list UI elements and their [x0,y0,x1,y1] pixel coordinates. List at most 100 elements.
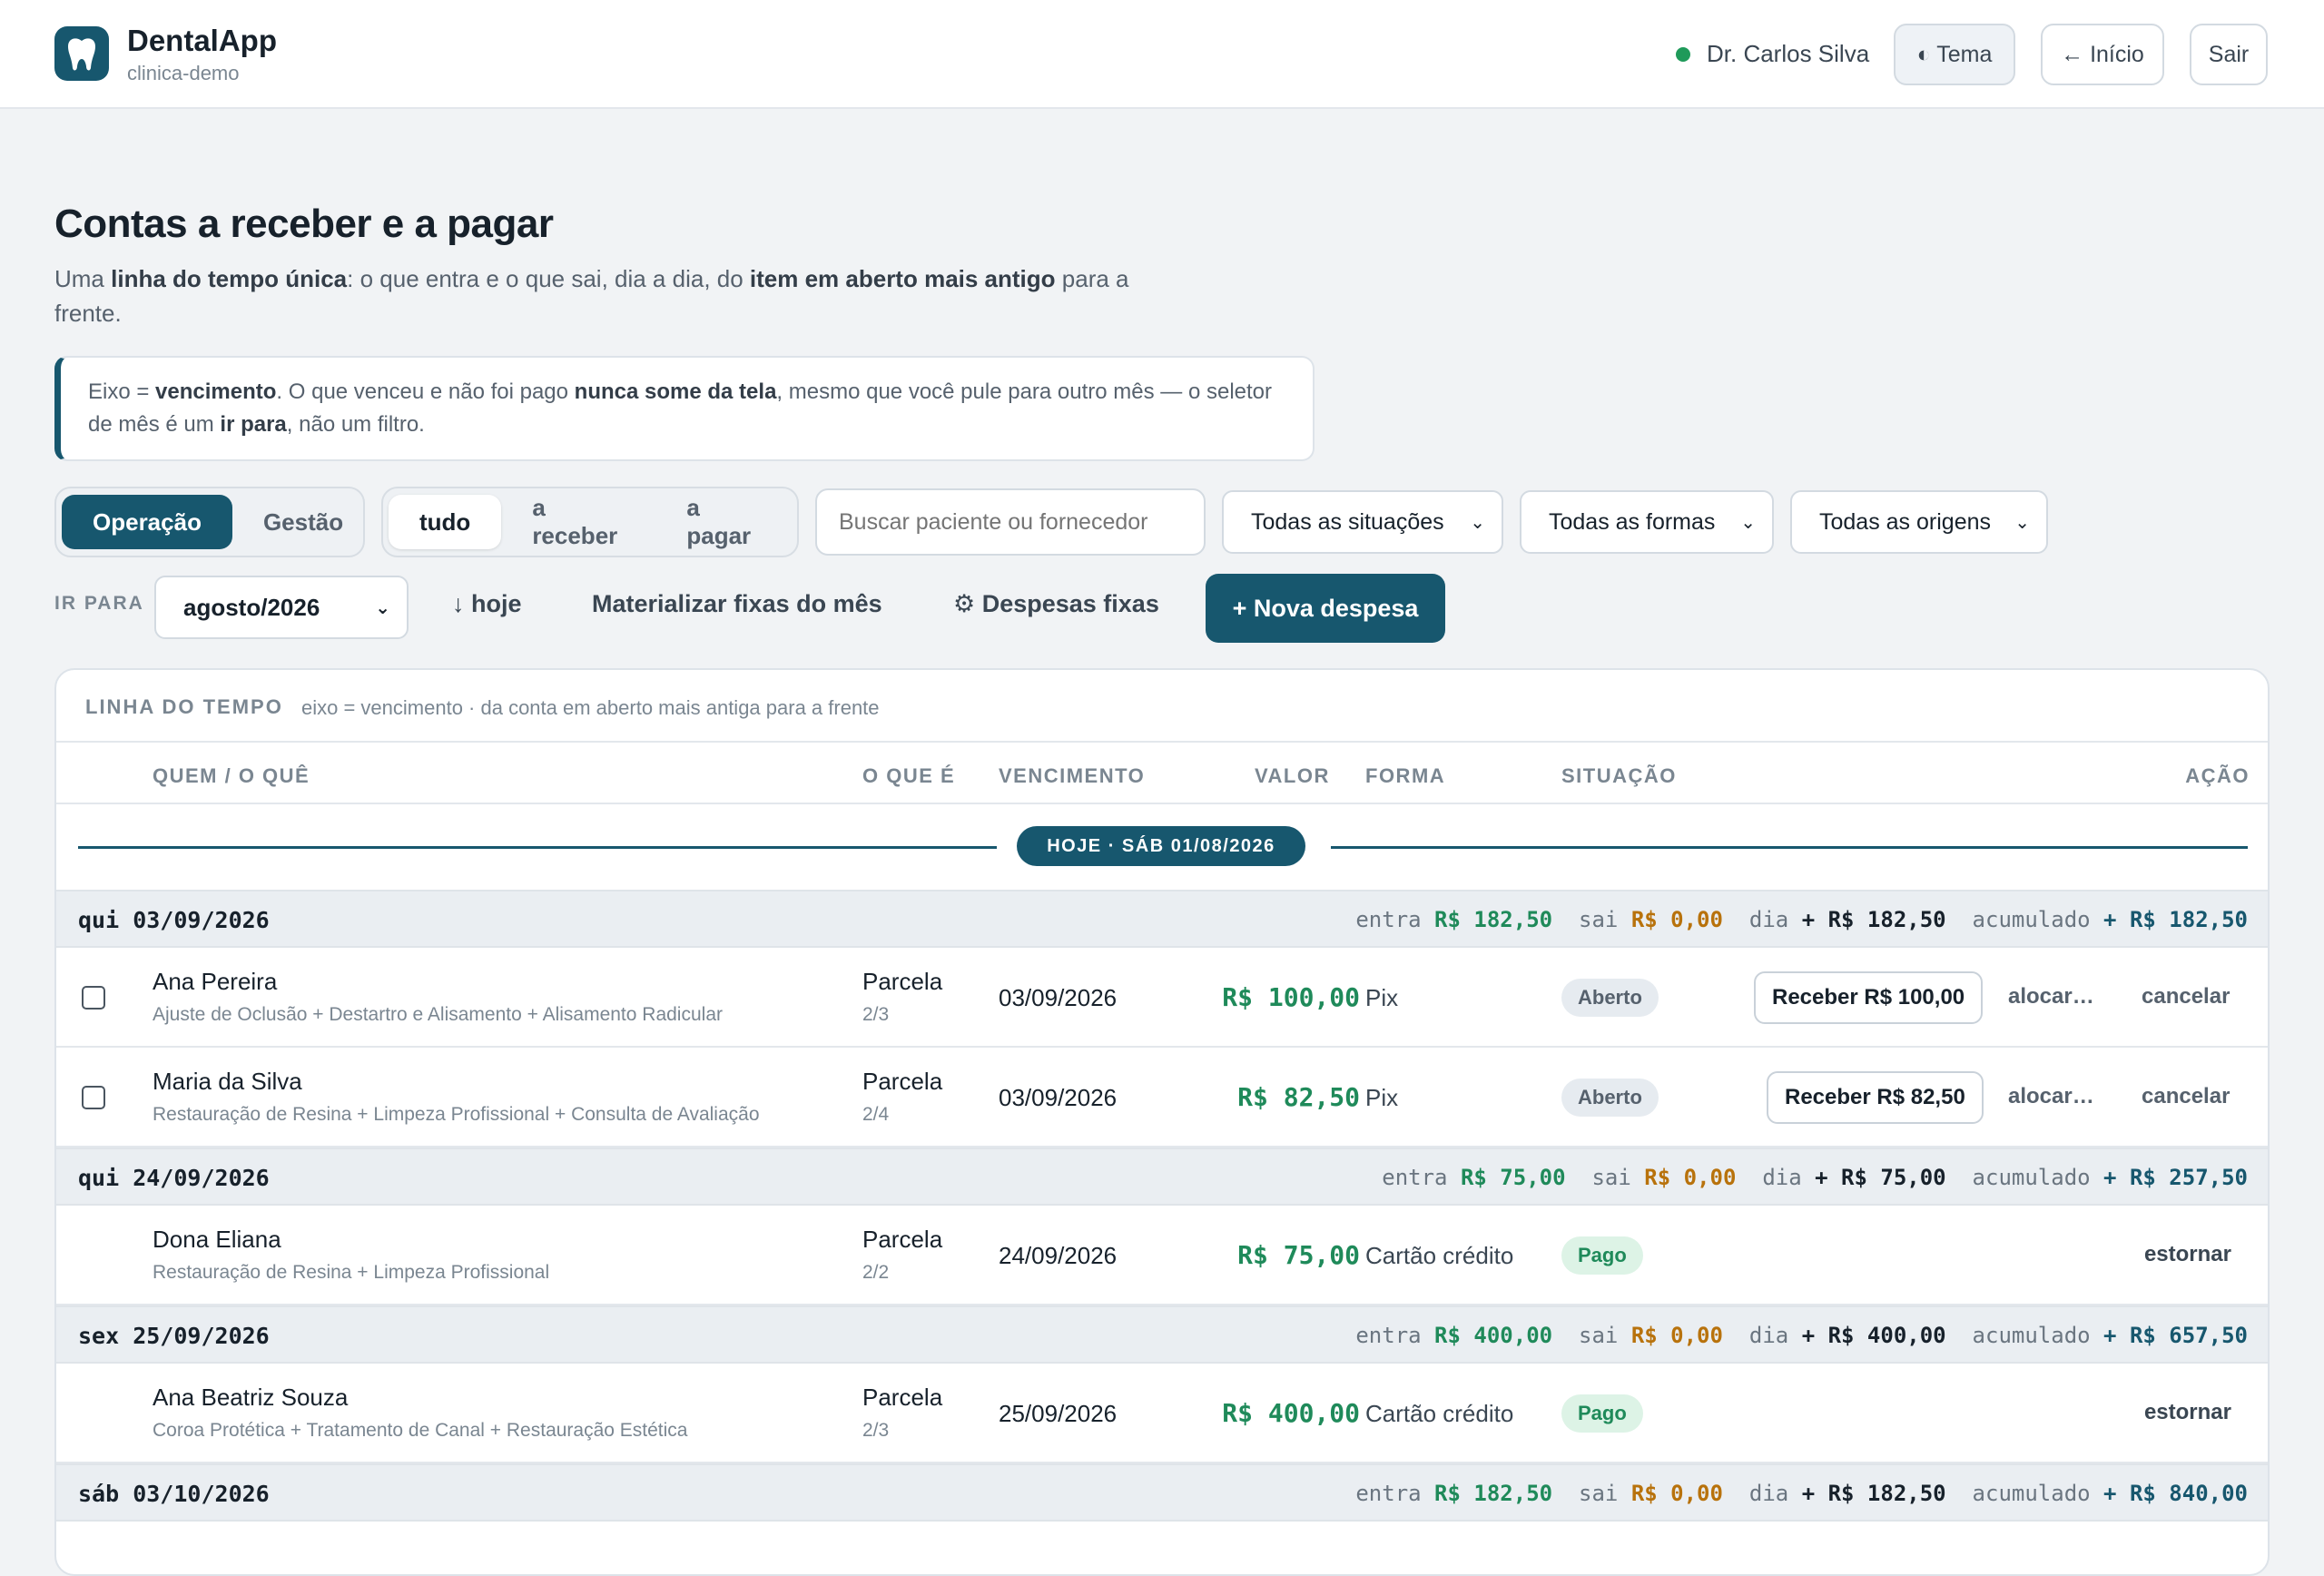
row-description: Coroa Protética + Tratamento de Canal + … [153,1420,688,1441]
timeline-card: LINHA DO TEMPO eixo = vencimento · da co… [54,668,2270,1576]
logout-button[interactable]: Sair [2190,24,2268,85]
flow-toggle: tudo a receber a pagar [381,487,799,557]
row-kind: Parcela [862,1068,943,1095]
app-name: DentalApp [127,24,277,57]
origens-select[interactable]: Todas as origens ⌄ [1790,490,2048,554]
info-note: Eixo = vencimento. O que venceu e não fo… [54,356,1315,461]
today-marker: HOJE · SÁB 01/08/2026 [1017,826,1305,866]
theme-button[interactable]: ◐ Tema [1894,24,2015,85]
row-due-date: 25/09/2026 [999,1400,1118,1427]
table-row: Dona Eliana Restauração de Resina + Limp… [56,1206,2268,1305]
day-summary: entra R$ 75,00 sai R$ 0,00 dia + R$ 75,0… [1382,1165,2248,1190]
timeline-header: LINHA DO TEMPO eixo = vencimento · da co… [56,670,2268,743]
formas-select-value: Todas as formas [1549,508,1716,535]
ir-para-label: IR PARA [54,593,144,614]
day-date: sáb 03/10/2026 [78,1481,270,1507]
row-description: Restauração de Resina + Limpeza Profissi… [153,1104,760,1125]
day-summary: entra R$ 182,50 sai R$ 0,00 dia + R$ 182… [1355,907,2248,932]
col-vencimento: VENCIMENTO [999,764,1146,787]
row-checkbox[interactable] [82,986,105,1010]
estornar-link[interactable]: estornar [2144,1400,2231,1425]
timeline-title: LINHA DO TEMPO [85,695,283,718]
page-title: Contas a receber e a pagar [54,202,554,246]
page-description: Uma linha do tempo única: o que entra e … [54,265,1129,327]
situacao-select[interactable]: Todas as situações ⌄ [1222,490,1503,554]
day-header: sáb 03/10/2026 entra R$ 182,50 sai R$ 0,… [56,1463,2268,1522]
col-quem: QUEM / O QUÊ [153,764,310,787]
cancelar-link[interactable]: cancelar [2142,1084,2230,1109]
col-valor: VALOR [1255,764,1330,787]
nova-despesa-button[interactable]: + Nova despesa [1206,574,1445,643]
row-payment-method: Cartão crédito [1365,1242,1514,1269]
day-summary: entra R$ 400,00 sai R$ 0,00 dia + R$ 400… [1355,1323,2248,1348]
day-header: qui 24/09/2026 entra R$ 75,00 sai R$ 0,0… [56,1148,2268,1206]
despesas-fixas-button[interactable]: ⚙ Despesas fixas [953,590,1159,618]
row-name: Dona Eliana [153,1226,281,1253]
day-date: qui 03/09/2026 [78,907,270,933]
col-acao: AÇÃO [2185,764,2250,787]
month-select[interactable]: agosto/2026 ⌄ [154,576,409,639]
col-forma: FORMA [1365,764,1446,787]
status-badge: Aberto [1561,979,1659,1017]
day-header: sex 25/09/2026 entra R$ 400,00 sai R$ 0,… [56,1305,2268,1364]
online-status-dot-icon [1676,46,1690,62]
row-parcel: 2/3 [862,1420,890,1441]
row-parcel: 2/3 [862,1004,890,1025]
mode-toggle: Operação Gestão [54,487,365,557]
row-name: Maria da Silva [153,1068,302,1095]
jump-today-button[interactable]: ↓ hoje [452,590,522,618]
receber-button[interactable]: Receber R$ 100,00 [1754,971,1984,1024]
table-row: Ana Pereira Ajuste de Oclusão + Destartr… [56,948,2268,1048]
user-name: Dr. Carlos Silva [1707,40,1870,67]
mode-operacao-button[interactable]: Operação [62,495,232,549]
row-value: R$ 82,50 [1237,1082,1360,1112]
today-line-left [78,846,997,849]
table-row: Maria da Silva Restauração de Resina + L… [56,1048,2268,1148]
estornar-link[interactable]: estornar [2144,1242,2231,1267]
row-kind: Parcela [862,1384,943,1411]
row-parcel: 2/4 [862,1104,890,1125]
row-name: Ana Pereira [153,968,278,995]
row-description: Restauração de Resina + Limpeza Profissi… [153,1262,550,1283]
table-header: QUEM / O QUÊ O QUE É VENCIMENTO VALOR FO… [56,743,2268,804]
cancelar-link[interactable]: cancelar [2142,984,2230,1010]
formas-select[interactable]: Todas as formas ⌄ [1520,490,1774,554]
alocar-link[interactable]: alocar… [2008,984,2094,1010]
flow-tudo-button[interactable]: tudo [389,495,502,549]
top-bar: DentalApp clinica-demo Dr. Carlos Silva … [0,0,2324,109]
col-o-que-e: O QUE É [862,764,956,787]
row-payment-method: Pix [1365,984,1399,1011]
chevron-down-icon: ⌄ [2014,512,2030,533]
home-button[interactable]: ← Início [2041,24,2164,85]
status-badge: Pago [1561,1236,1643,1275]
origens-select-value: Todas as origens [1819,508,1992,535]
month-select-value: agosto/2026 [183,593,320,621]
timeline-subtitle: eixo = vencimento · da conta em aberto m… [301,696,880,719]
row-value: R$ 100,00 [1222,982,1360,1012]
situacao-select-value: Todas as situações [1251,508,1444,535]
row-due-date: 03/09/2026 [999,1084,1118,1111]
day-date: qui 24/09/2026 [78,1165,270,1191]
row-due-date: 03/09/2026 [999,984,1118,1011]
tenant-name: clinica-demo [127,62,240,84]
materializar-fixas-button[interactable]: Materializar fixas do mês [592,590,882,618]
search-input[interactable] [815,488,1206,556]
chevron-down-icon: ⌄ [1470,512,1485,533]
receber-button[interactable]: Receber R$ 82,50 [1767,1071,1984,1124]
row-checkbox[interactable] [82,1086,105,1109]
status-badge: Pago [1561,1394,1643,1433]
flow-receber-button[interactable]: a receber [501,494,655,549]
status-badge: Aberto [1561,1079,1659,1117]
alocar-link[interactable]: alocar… [2008,1084,2094,1109]
day-summary: entra R$ 182,50 sai R$ 0,00 dia + R$ 182… [1355,1481,2248,1506]
day-header: qui 03/09/2026 entra R$ 182,50 sai R$ 0,… [56,890,2268,948]
row-value: R$ 75,00 [1237,1240,1360,1270]
row-kind: Parcela [862,1226,943,1253]
today-line-right [1331,846,2248,849]
tooth-logo-icon[interactable] [54,26,109,81]
col-situacao: SITUAÇÃO [1561,764,1677,787]
row-name: Ana Beatriz Souza [153,1384,349,1411]
flow-pagar-button[interactable]: a pagar [655,494,792,549]
table-row: Ana Beatriz Souza Coroa Protética + Trat… [56,1364,2268,1463]
mode-gestao-button[interactable]: Gestão [232,495,374,549]
